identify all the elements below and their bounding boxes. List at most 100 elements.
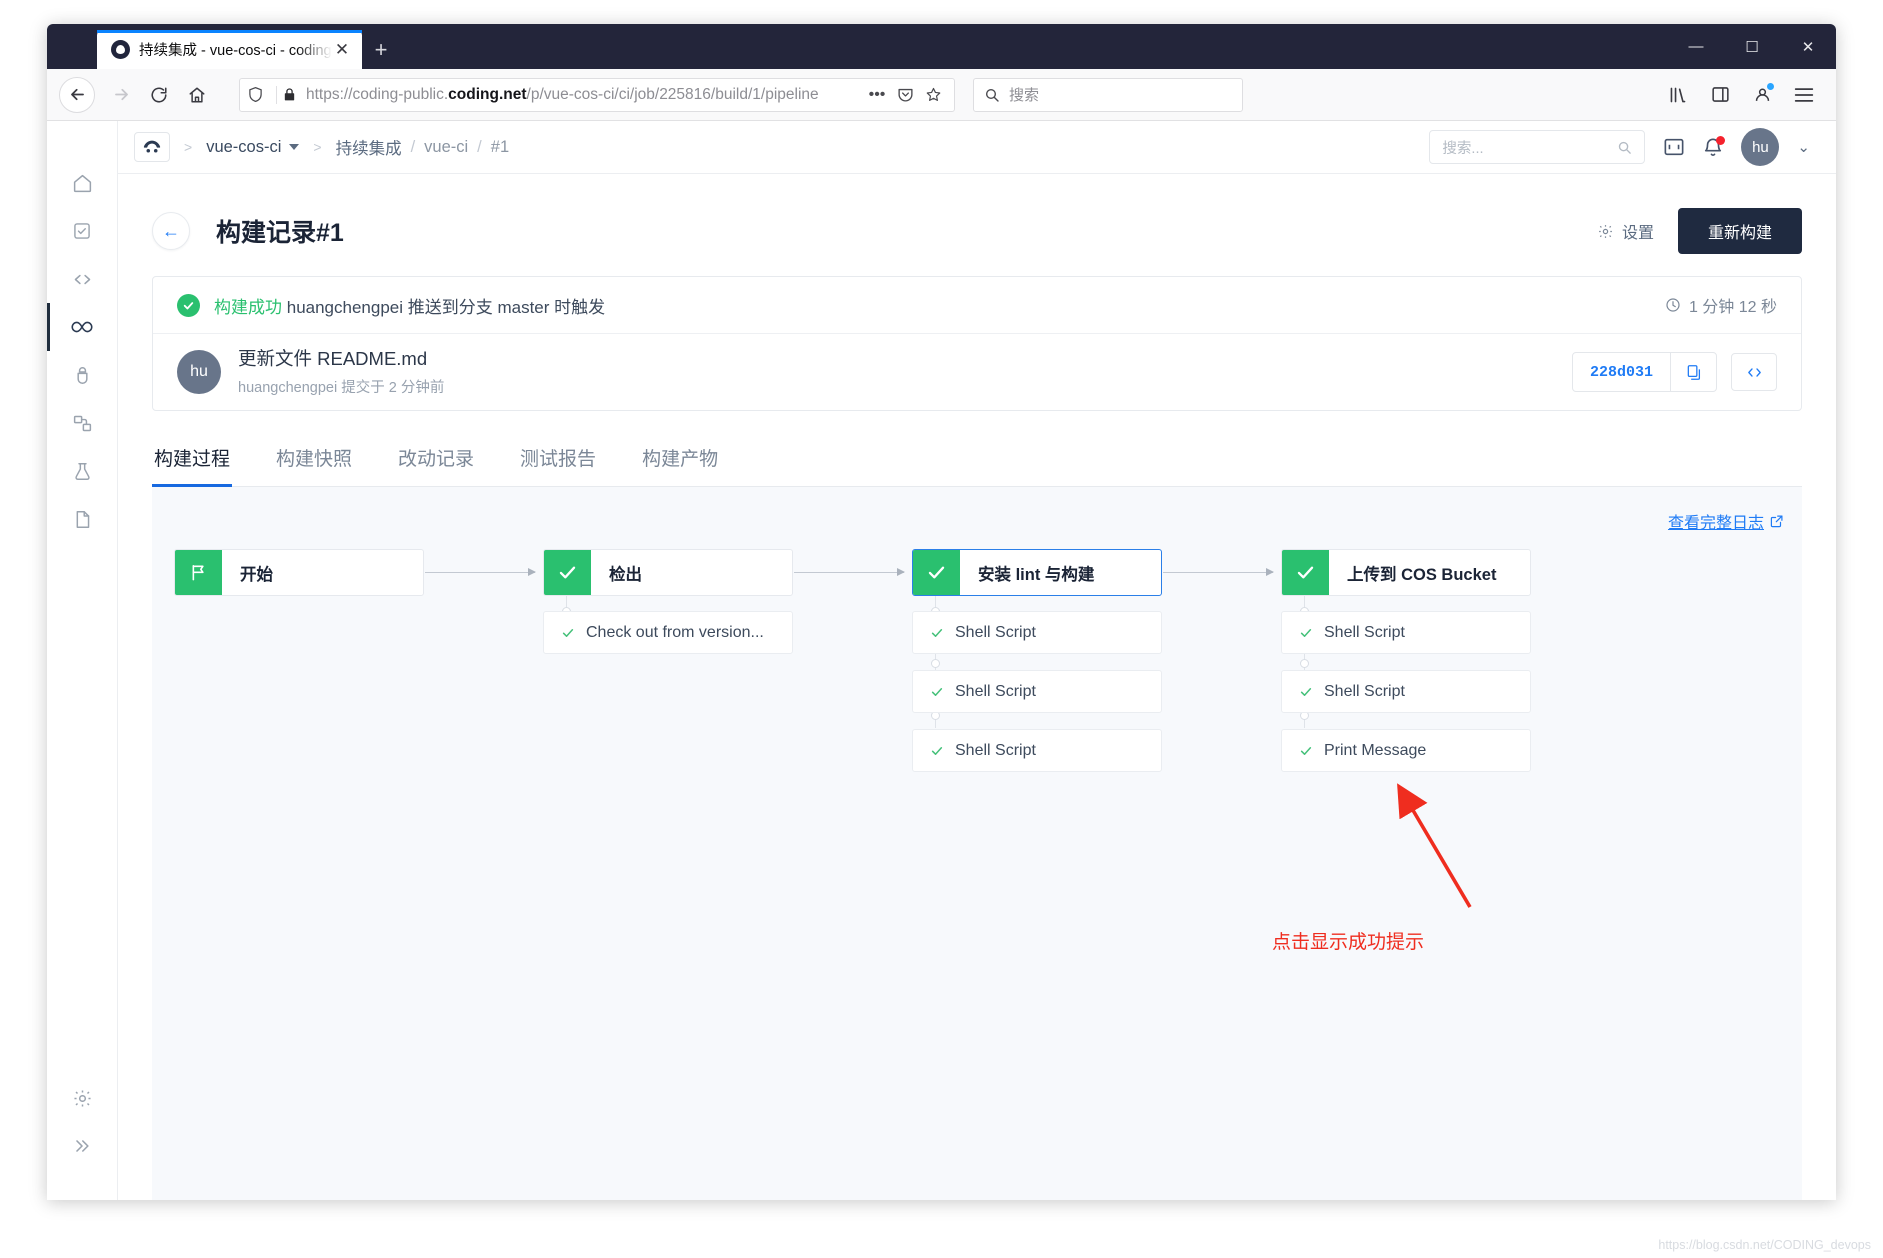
rebuild-button[interactable]: 重新构建: [1677, 208, 1802, 254]
sidebar-icon[interactable]: [1702, 77, 1738, 113]
check-icon: [913, 550, 960, 595]
coding-brand-icon[interactable]: [134, 132, 170, 162]
account-icon[interactable]: [1744, 77, 1780, 113]
step-connector-dot: [931, 659, 940, 668]
stage-header[interactable]: 开始: [174, 549, 424, 596]
back-icon[interactable]: [59, 76, 95, 113]
stage-header[interactable]: 安装 lint 与构建: [912, 549, 1162, 596]
build-status-row: 构建成功 huangchengpei 推送到分支 master 时触发 1 分钟…: [153, 277, 1801, 334]
library-icon[interactable]: [1660, 77, 1696, 113]
sidebar-item-settings[interactable]: [47, 1074, 118, 1122]
external-link-icon: [1770, 514, 1784, 528]
breadcrumb-separator-1: >: [184, 139, 193, 155]
app-sidebar-rail: [47, 121, 118, 1200]
avatar[interactable]: hu: [1741, 128, 1780, 166]
settings-button[interactable]: 设置: [1597, 219, 1654, 243]
close-icon[interactable]: ✕: [332, 40, 352, 60]
clock-icon: [1665, 297, 1681, 313]
stage-header[interactable]: 检出: [543, 549, 793, 596]
global-search-input[interactable]: 搜索...: [1429, 130, 1646, 164]
pipeline-connector: [794, 568, 905, 576]
pipeline-step[interactable]: Shell Script: [912, 729, 1162, 772]
pipeline-step[interactable]: Print Message: [1281, 729, 1531, 772]
breadcrumb-slash-1: /: [410, 137, 416, 156]
annotation-text: 点击显示成功提示: [1272, 932, 1425, 953]
browser-tab[interactable]: 持续集成 - vue-cos-ci - coding ✕: [97, 30, 362, 69]
view-code-button[interactable]: [1731, 353, 1777, 391]
pipeline-stage: 安装 lint 与构建 Shell Script Shell Script Sh…: [912, 549, 1274, 772]
check-icon: [1299, 744, 1313, 758]
pipeline-step[interactable]: Shell Script: [1281, 670, 1531, 713]
commit-sha[interactable]: 228d031: [1573, 353, 1670, 391]
page-actions-icon[interactable]: •••: [864, 82, 890, 108]
account-badge: [1767, 82, 1774, 90]
notification-badge: [1716, 135, 1726, 145]
commit-sha-group: 228d031: [1571, 352, 1717, 392]
sidebar-item-tasks[interactable]: [47, 207, 118, 255]
sidebar-item-code[interactable]: [47, 255, 118, 303]
check-icon: [561, 626, 575, 640]
breadcrumb-project[interactable]: vue-cos-ci: [206, 138, 300, 157]
pipeline-step-label: Print Message: [1324, 741, 1427, 759]
tab-build-snapshot[interactable]: 构建快照: [274, 438, 354, 486]
sidebar-item-testing[interactable]: [47, 447, 118, 495]
tab-build-process[interactable]: 构建过程: [152, 438, 233, 487]
pipeline-step-label: Shell Script: [1324, 682, 1405, 700]
minimize-icon[interactable]: ―: [1668, 24, 1724, 69]
global-search-placeholder: 搜索...: [1442, 140, 1484, 157]
tab-test-report[interactable]: 测试报告: [518, 438, 598, 486]
breadcrumb-section[interactable]: 持续集成: [336, 135, 402, 159]
pipeline-connector: [425, 568, 536, 576]
bell-icon[interactable]: [1703, 135, 1726, 158]
tab-change-log[interactable]: 改动记录: [396, 438, 476, 486]
browser-search-bar[interactable]: 搜索: [973, 77, 1243, 112]
app-content: > vue-cos-ci > 持续集成 / vue-ci / #1 搜索...: [118, 121, 1836, 1200]
pipeline-stage: 开始: [174, 549, 536, 772]
back-button[interactable]: ←: [152, 212, 190, 250]
pipeline-step-label: Check out from version...: [586, 623, 764, 641]
tab-artifacts[interactable]: 构建产物: [640, 438, 720, 486]
window-close-icon[interactable]: ✕: [1780, 24, 1836, 69]
url-prefix: https://coding-public.: [306, 85, 449, 103]
url-bar[interactable]: https://coding-public.coding.net/p/vue-c…: [239, 77, 955, 112]
sidebar-item-home[interactable]: [47, 159, 118, 207]
commit-actions: 228d031: [1571, 352, 1777, 392]
pipeline-step[interactable]: Shell Script: [912, 670, 1162, 713]
breadcrumb-build[interactable]: #1: [491, 138, 509, 157]
sidebar-item-artifacts[interactable]: [47, 351, 118, 399]
bookmark-star-icon[interactable]: [920, 82, 946, 108]
pocket-icon[interactable]: [892, 82, 918, 108]
sidebar-expand-icon[interactable]: [47, 1122, 118, 1170]
search-icon: [1617, 140, 1632, 155]
breadcrumb-job[interactable]: vue-ci: [424, 138, 468, 157]
pipeline-step[interactable]: Shell Script: [912, 611, 1162, 654]
browser-titlebar: 持续集成 - vue-cos-ci - coding ✕ + ― ☐ ✕: [47, 24, 1836, 69]
new-tab-button[interactable]: +: [362, 30, 400, 69]
build-detail-page: ← 构建记录#1 设置 重新构建 构建成功 huangchengpei 推送到分…: [118, 174, 1836, 1200]
page-header-actions: 设置 重新构建: [1597, 208, 1802, 254]
check-icon: [930, 626, 944, 640]
breadcrumb-slash-2: /: [477, 137, 482, 156]
build-commit-row: hu 更新文件 README.md huangchengpei 提交于 2 分钟…: [153, 334, 1801, 410]
build-summary-card: 构建成功 huangchengpei 推送到分支 master 时触发 1 分钟…: [152, 276, 1802, 411]
sidebar-item-ci[interactable]: [47, 303, 118, 351]
watermark: https://blog.csdn.net/CODING_devops: [1658, 1238, 1871, 1252]
panel-icon[interactable]: [1663, 137, 1685, 157]
pipeline-step-label: Shell Script: [1324, 623, 1405, 641]
chevron-down-icon[interactable]: ⌄: [1797, 138, 1810, 156]
menu-icon[interactable]: [1786, 77, 1822, 113]
view-full-log-link[interactable]: 查看完整日志: [1668, 509, 1784, 533]
maximize-icon[interactable]: ☐: [1724, 24, 1780, 69]
stage-name: 检出: [609, 565, 642, 584]
sidebar-item-deploy[interactable]: [47, 399, 118, 447]
pipeline-step[interactable]: Check out from version...: [543, 611, 793, 654]
stage-header[interactable]: 上传到 COS Bucket: [1281, 549, 1531, 596]
sidebar-item-docs[interactable]: [47, 495, 118, 543]
home-icon[interactable]: [179, 77, 215, 113]
copy-icon[interactable]: [1670, 353, 1716, 391]
check-icon: [930, 744, 944, 758]
reload-icon[interactable]: [141, 77, 177, 113]
stage-name: 上传到 COS Bucket: [1347, 565, 1497, 584]
annotation-arrow-icon: [1397, 783, 1472, 908]
pipeline-step[interactable]: Shell Script: [1281, 611, 1531, 654]
